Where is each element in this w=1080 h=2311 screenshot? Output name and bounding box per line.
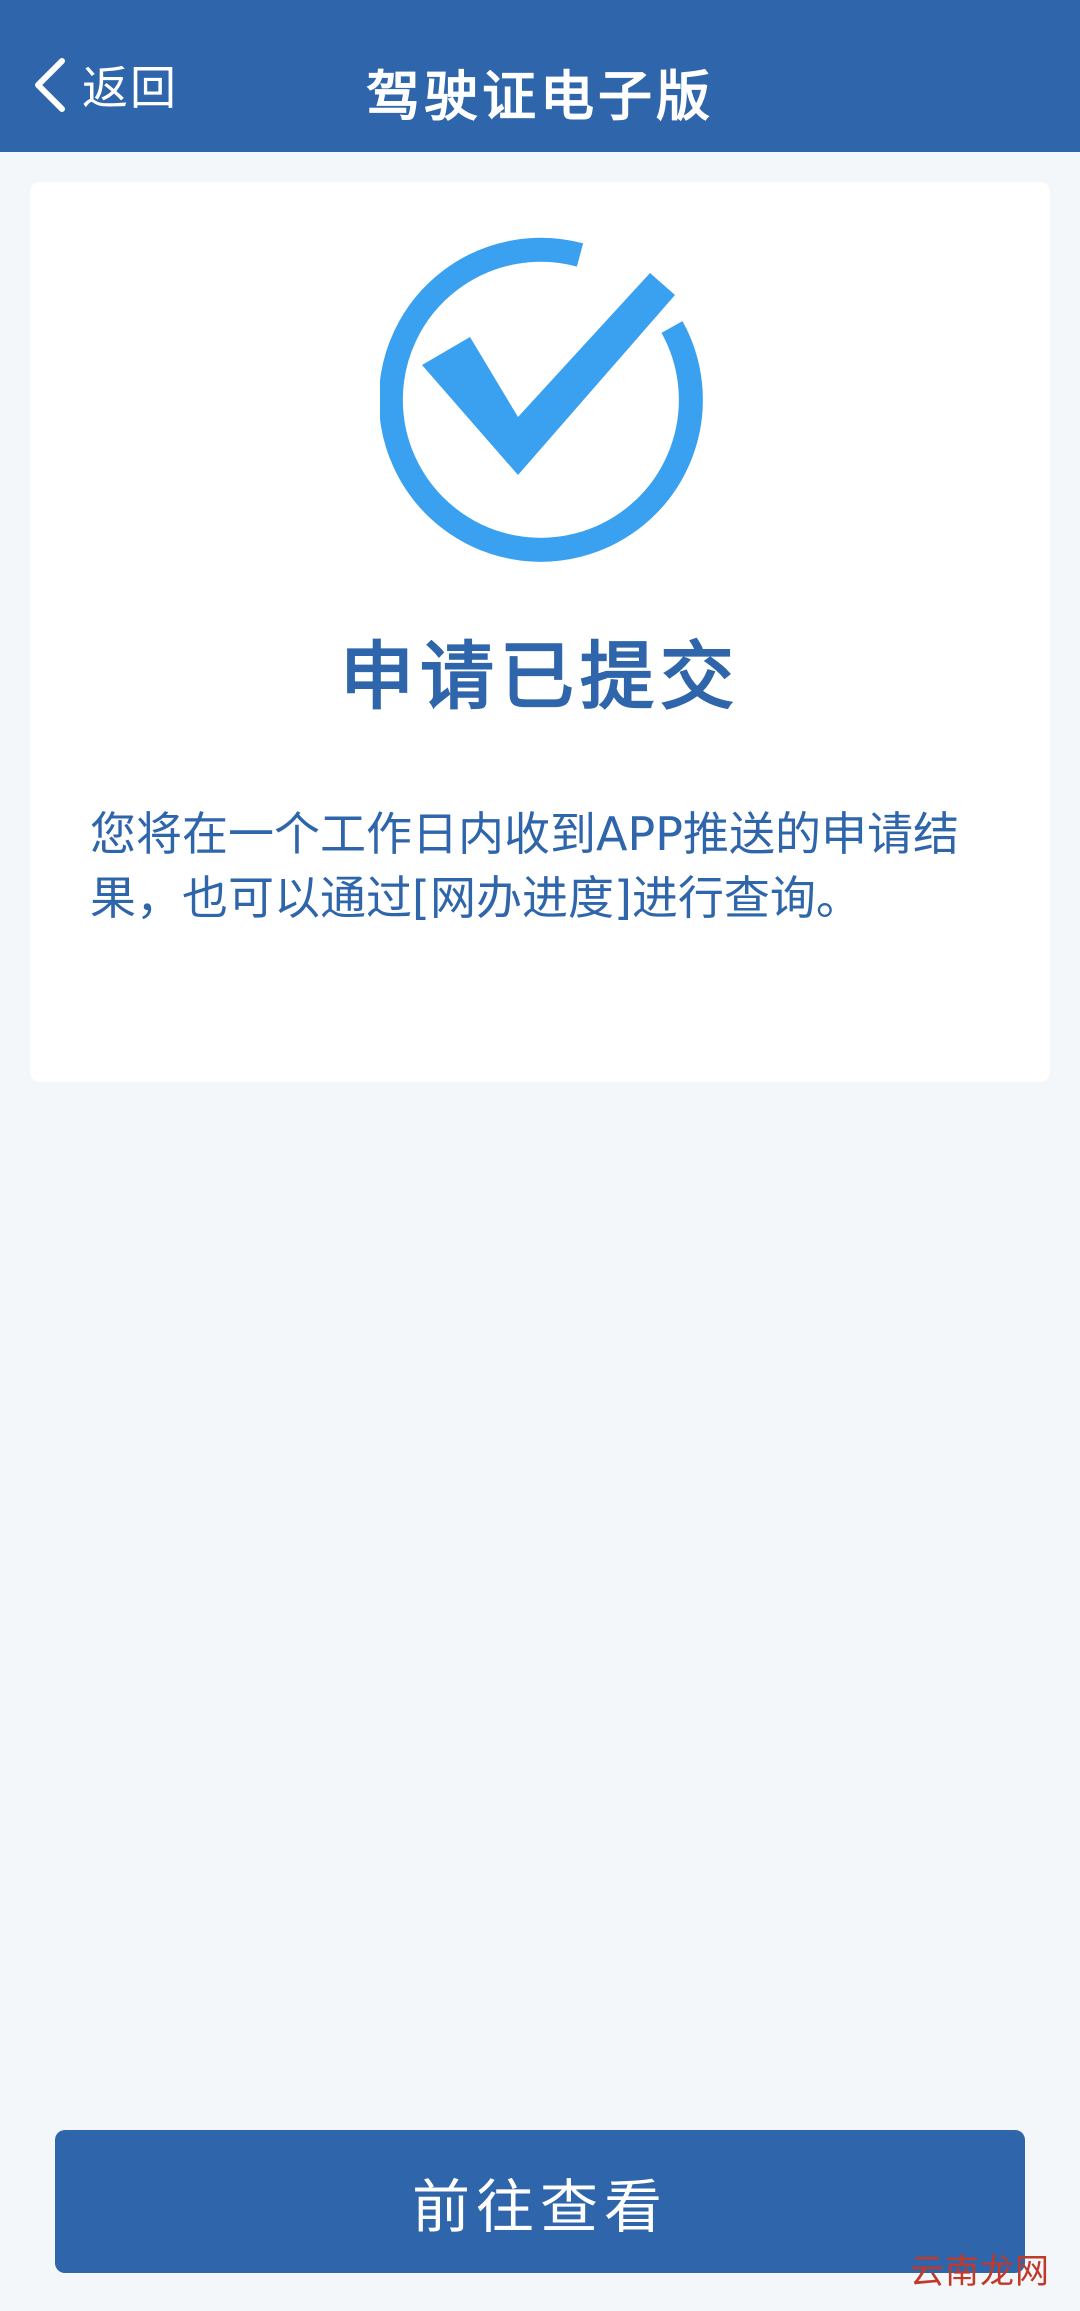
check-circle-icon bbox=[380, 237, 703, 562]
result-description: 您将在一个工作日内收到APP推送的申请结果，也可以通过[网办进度]进行查询。 bbox=[90, 807, 959, 925]
app-header: 返回 驾驶证电子版 bbox=[0, 0, 1080, 152]
result-title: 申请已提交 bbox=[340, 634, 740, 720]
page-title: 驾驶证电子版 bbox=[366, 65, 714, 128]
view-button[interactable]: 前往查看 bbox=[55, 2130, 1025, 2273]
result-card: 申请已提交 您将在一个工作日内收到APP推送的申请结果，也可以通过[网办进度]进… bbox=[30, 182, 1050, 1082]
watermark-text: 云南龙网 bbox=[910, 2252, 1050, 2292]
